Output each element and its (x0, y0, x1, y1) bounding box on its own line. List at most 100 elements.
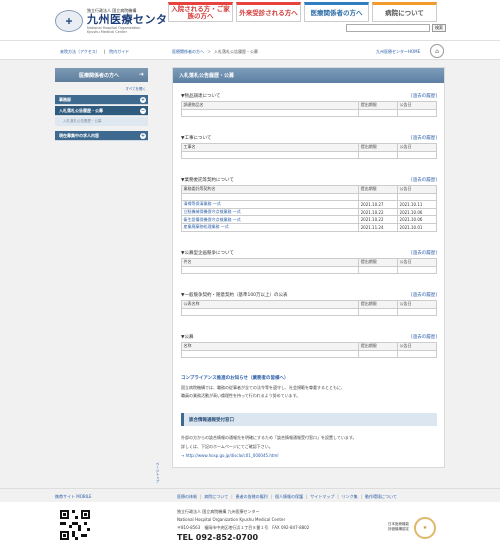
table-header: 公告日 (397, 101, 437, 110)
footer-org: 独立行政法人 国立病院機構 九州医療センター (177, 509, 260, 514)
quick-links: 来院方法（アクセス） | 院内ガイド (60, 49, 130, 55)
sidebar-heading-label: 医療関係者の方へ (79, 72, 120, 79)
open-all-link[interactable]: すべてを開く (55, 87, 146, 92)
breadcrumb-medical-staff[interactable]: 医療関係者の方へ (172, 49, 204, 55)
history-link[interactable]: [過去の履歴] (411, 250, 437, 256)
report-window-text: 外部の方からの談合情報の通報先を明確にするため「談合情報通報受付窓口」を設置して… (181, 433, 437, 460)
sidebar-item-label: 現在募集中の求人内容 (59, 132, 99, 138)
report-url-link[interactable]: → http://www.hosp.go.jp/disclo/c01_00004… (181, 453, 278, 458)
home-icon[interactable]: ⌂ (430, 44, 444, 58)
nav-about-hospital[interactable]: 病院について (372, 2, 437, 22)
history-link[interactable]: [過去の履歴] (411, 135, 437, 141)
footer-link[interactable]: リンク集 (342, 494, 358, 500)
table-header: 調達物品名 (180, 101, 360, 110)
open-all-label[interactable]: すべてを開く (125, 87, 146, 91)
section-title: ▼業務委託等契約について (181, 178, 234, 183)
compliance-text: 職員の業務活動が高い倫理性を持って行われるよう努めています。 (181, 393, 301, 398)
plus-icon[interactable]: + (140, 133, 146, 139)
section-title: ▼物品調達について (181, 94, 221, 99)
footer-nav: 医療の体制 | 病院について | 患者の皆様の権利 | 個人情報の保護 | サイトマップ… (177, 494, 397, 500)
footer-link[interactable]: 個人情報の保護 (275, 494, 303, 500)
history-link[interactable]: [過去の履歴] (411, 292, 437, 298)
table-row: 清掃等保清業務 一式 2021.10.27 2021.10.11 (180, 200, 437, 209)
accreditation-text: 日本医療機能 評価機構認定 (388, 522, 409, 531)
footer-link[interactable]: サイトマップ (310, 494, 334, 500)
nav-inpatient[interactable]: 入院される方・ご家族の方へ (168, 2, 233, 22)
compliance-text: 国立病院機構では、職務の従事者が全ての法令等を遵守し、社会規範を尊重するとともに… (181, 385, 345, 390)
contract-link[interactable]: 産業廃棄物処理業務 一式 (184, 224, 229, 229)
plus-icon[interactable]: + (140, 97, 146, 103)
sidebar: 医療関係者の方へ ➜ すべてを開く 事務部 + 入札落札公告履歴・公募 − 入札… (55, 68, 148, 142)
contract-link[interactable]: 衛生設備保機保守点検業務 一式 (184, 217, 241, 222)
footer-org-en: National Hospital Organization Kyushu Me… (177, 517, 286, 522)
top-nav: 入院される方・ご家族の方へ 外来受診される方へ 医療関係者の方へ 病院について (168, 2, 437, 22)
history-link[interactable]: [過去の履歴] (411, 334, 437, 340)
breadcrumb-separator: ＞ (207, 49, 211, 54)
sidebar-item-bidding[interactable]: 入札落札公告履歴・公募 − (55, 106, 148, 116)
table-row (180, 349, 437, 359)
nav-medical-staff[interactable]: 医療関係者の方へ (304, 2, 369, 22)
table-header: 名称 (180, 342, 360, 351)
service-contracts-table: 業務委託等契約名 提出期限 公告日 清掃等保清業務 一式 2021.10.27 2021… (180, 185, 437, 232)
table-header: 提出期限 (358, 342, 399, 351)
table-row (180, 265, 437, 275)
section-disclosure: ▼一般競争契約・随意契約（基準100万以上）の公表 [過去の履歴] 公表名称 提出… (180, 292, 437, 317)
minus-icon[interactable]: − (140, 108, 146, 114)
contract-link[interactable]: 清掃等保清業務 一式 (184, 201, 221, 206)
footer-link[interactable]: 動作環境について (365, 494, 397, 500)
sidebar-item-label: 入札落札公告履歴・公募 (59, 107, 103, 113)
sidebar-item-recruit[interactable]: 現在募集中の求人内容 + (55, 131, 148, 141)
breadcrumb-current: 入札落札公告履歴・公募 (214, 49, 258, 54)
sidebar-subitem-bidding[interactable]: 入札落札公告履歴・公募 (55, 117, 148, 126)
access-link[interactable]: 来院方法（アクセス） (60, 49, 100, 55)
page-top-link[interactable]: ページトップ (156, 462, 161, 483)
report-window-heading: 談合情報通報受付窓口 (181, 413, 437, 426)
home-link[interactable]: 九州医療センターHOME (376, 49, 420, 55)
section-proposal: ▼公募型企画競争について [過去の履歴] 件名 提出期限 公告日 (180, 250, 437, 275)
section-title: ▼公募型企画競争について (181, 251, 234, 256)
recruitment-table: 名称 提出期限 公告日 (180, 342, 437, 359)
main-content: 入札落札公告履歴・公募 ▼物品調達について [過去の履歴] 調達物品名 提出期限公… (172, 67, 445, 468)
table-row (180, 108, 437, 118)
contract-link[interactable]: 立駐機械保機保守点検業務 一式 (184, 209, 241, 214)
search-input[interactable] (346, 24, 430, 32)
table-header: 公告日 (397, 258, 437, 267)
history-link[interactable]: [過去の履歴] (411, 93, 437, 99)
table-header: 提出期限 (358, 185, 399, 194)
search-button[interactable]: 検索 (432, 24, 446, 32)
table-header: 公告日 (397, 300, 437, 309)
table-header: 提出期限 (358, 143, 399, 152)
accreditation-mark: ★ (414, 517, 436, 539)
footer-info: 独立行政法人 国立病院機構 九州医療センター National Hospital… (177, 508, 309, 544)
footer-tel: TEL 092-852-0700 (177, 533, 259, 542)
logo-name: 九州医療センター (87, 13, 179, 26)
nav-outpatient[interactable]: 外来受診される方へ (236, 2, 301, 22)
table-row: 衛生設備保機保守点検業務 一式 2021.10.22 2021.10.06 (180, 215, 437, 224)
footer-link[interactable]: 患者の皆様の権利 (236, 494, 268, 500)
section-goods: ▼物品調達について [過去の履歴] 調達物品名 提出期限 公告日 (180, 93, 437, 118)
table-header: 工事名 (180, 143, 360, 152)
sidebar-item-admin[interactable]: 事務部 + (55, 95, 148, 105)
sidebar-heading[interactable]: 医療関係者の方へ ➜ (55, 68, 148, 82)
footer-link[interactable]: 医療の体制 (177, 494, 197, 500)
breadcrumb: 医療関係者の方へ ＞ 入札落札公告履歴・公募 (172, 49, 258, 55)
arrow-right-icon: ➜ (138, 71, 144, 78)
section-title: ▼公募 (181, 335, 194, 340)
history-link[interactable]: [過去の履歴] (411, 177, 437, 183)
page-title: 入札落札公告履歴・公募 (173, 68, 444, 83)
site-logo[interactable]: ✚ 独立行政法人 国立病院機構 九州医療センター National Hospit… (55, 8, 179, 34)
table-header: 件名 (180, 258, 360, 267)
goods-table: 調達物品名 提出期限 公告日 (180, 101, 437, 118)
footer-link[interactable]: 病院について (204, 494, 228, 500)
mobile-site-link[interactable]: 携帯サイト MOBILE (55, 494, 92, 500)
construction-table: 工事名 提出期限 公告日 (180, 143, 437, 160)
guide-link[interactable]: 院内ガイド (109, 49, 129, 55)
table-header: 提出期限 (358, 300, 399, 309)
table-row (180, 150, 437, 160)
section-service-contracts: ▼業務委託等契約について [過去の履歴] 業務委託等契約名 提出期限 公告日 清掃等… (180, 177, 437, 232)
qr-code (60, 510, 90, 540)
table-header: 業務委託等契約名 (180, 185, 360, 194)
table-row: 産業廃棄物処理業務 一式 2021.11.24 2021.10.01 (180, 222, 437, 232)
site-footer: 独立行政法人 国立病院機構 九州医療センター National Hospital… (0, 502, 500, 557)
table-row: 立駐機械保機保守点検業務 一式 2021.10.22 2021.10.06 (180, 207, 437, 217)
